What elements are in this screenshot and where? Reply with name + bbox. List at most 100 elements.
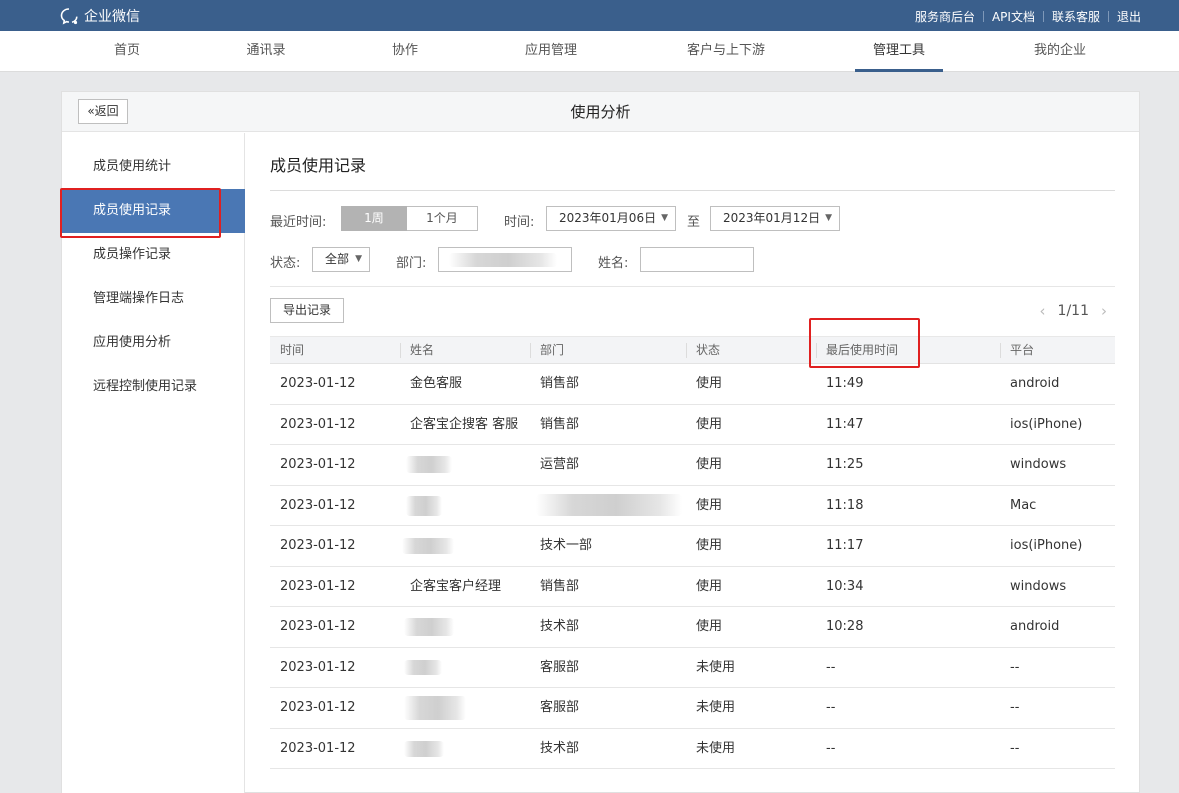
divider — [1042, 11, 1044, 22]
nav-item-app-management[interactable]: 应用管理 — [514, 31, 588, 72]
redacted-name — [404, 618, 454, 636]
name-input[interactable] — [640, 247, 754, 272]
back-button[interactable]: «返回 — [78, 99, 128, 124]
sidebar-item-admin-log[interactable]: 管理端操作日志 — [62, 277, 245, 321]
nav-item-contacts[interactable]: 通讯录 — [235, 31, 297, 72]
cell-department: 客服部 — [540, 700, 580, 715]
cell-last-used: 11:49 — [826, 376, 864, 391]
caret-down-icon: ▼ — [355, 254, 362, 264]
cell-last-used: -- — [826, 700, 836, 715]
status-label: 状态: — [270, 256, 301, 271]
divider — [270, 190, 1115, 191]
cell-last-used: -- — [826, 740, 836, 756]
chevron-left-icon[interactable]: ‹ — [1040, 302, 1046, 320]
cell-date: 2023-01-12 — [280, 376, 356, 391]
cell-last-used: 10:34 — [826, 578, 864, 594]
nav-item-management-tools[interactable]: 管理工具 — [855, 31, 943, 72]
cell-platform: windows — [1010, 457, 1067, 472]
cell-status: 使用 — [696, 619, 723, 634]
redacted-name — [406, 495, 442, 516]
divider — [982, 11, 984, 22]
recent-time-label: 最近时间: — [270, 215, 327, 230]
page-indicator: 1/11 — [1057, 303, 1089, 319]
header-name: 姓名 — [410, 343, 435, 357]
nav-item-my-enterprise[interactable]: 我的企业 — [1022, 31, 1098, 72]
cell-status: 使用 — [696, 538, 723, 553]
logout-link[interactable]: 退出 — [1117, 8, 1141, 25]
cell-platform: ios(iPhone) — [1010, 538, 1083, 553]
cell-status: 使用 — [696, 578, 723, 594]
back-label: 返回 — [94, 104, 119, 118]
cell-platform: -- — [1010, 700, 1020, 715]
status-select[interactable]: 全部 ▼ — [312, 247, 370, 272]
nav-item-customers[interactable]: 客户与上下游 — [675, 31, 777, 72]
cell-date: 2023-01-12 — [280, 659, 356, 675]
export-records-button[interactable]: 导出记录 — [270, 298, 344, 323]
week-option[interactable]: 1周 — [341, 206, 407, 231]
cell-date: 2023-01-12 — [280, 700, 356, 715]
divider — [686, 343, 687, 358]
sidebar-item-remote-control[interactable]: 远程控制使用记录 — [62, 365, 245, 409]
divider — [530, 343, 531, 358]
table-row: 2023-01-12 企客宝企搜客 客服 销售部 使用 11:47 ios(iP… — [270, 405, 1115, 445]
logo[interactable]: 企业微信 — [60, 6, 140, 26]
cell-date: 2023-01-12 — [280, 416, 356, 432]
redacted-name — [404, 740, 444, 757]
contact-support-link[interactable]: 联系客服 — [1052, 8, 1100, 25]
service-provider-link[interactable]: 服务商后台 — [915, 8, 975, 25]
cell-date: 2023-01-12 — [280, 578, 356, 594]
cell-date: 2023-01-12 — [280, 497, 356, 513]
cell-name: 企客宝企搜客 客服 — [410, 416, 519, 432]
to-label: 至 — [687, 215, 701, 230]
end-date-value: 2023年01月12日 — [723, 211, 821, 225]
cell-date: 2023-01-12 — [280, 538, 356, 553]
sidebar-item-app-usage[interactable]: 应用使用分析 — [62, 321, 245, 365]
start-date-select[interactable]: 2023年01月06日 ▼ — [546, 206, 676, 231]
table-row: 2023-01-12 企客宝客户经理 销售部 使用 10:34 windows — [270, 567, 1115, 607]
logo-text: 企业微信 — [84, 9, 140, 25]
end-date-select[interactable]: 2023年01月12日 ▼ — [710, 206, 840, 231]
header-status: 状态 — [696, 343, 721, 357]
cell-department: 销售部 — [540, 376, 580, 391]
sidebar-item-member-records[interactable]: 成员使用记录 — [62, 189, 245, 233]
month-option[interactable]: 1个月 — [407, 206, 478, 231]
divider — [1000, 343, 1001, 358]
panel-header: 使用分析 «返回 — [62, 92, 1139, 132]
redacted-name — [404, 659, 442, 675]
sidebar-item-member-operations[interactable]: 成员操作记录 — [62, 233, 245, 277]
cell-name: 企客宝客户经理 — [410, 578, 502, 594]
divider — [1107, 11, 1109, 22]
nav-item-collaboration[interactable]: 协作 — [380, 31, 430, 72]
cell-status: 使用 — [696, 497, 723, 513]
chevron-right-icon[interactable]: › — [1101, 302, 1107, 320]
pager: ‹ 1/11 › — [1040, 302, 1107, 320]
top-links: 服务商后台 API文档 联系客服 退出 — [915, 8, 1141, 25]
cell-last-used: 11:47 — [826, 416, 864, 432]
cell-platform: -- — [1010, 659, 1020, 675]
department-selector[interactable] — [438, 247, 572, 272]
cell-department: 技术一部 — [540, 538, 593, 553]
cell-last-used: -- — [826, 659, 836, 675]
cell-department: 技术部 — [540, 740, 580, 756]
api-docs-link[interactable]: API文档 — [992, 8, 1035, 25]
cell-platform: Mac — [1010, 497, 1037, 513]
recent-time-toggle: 1周 1个月 — [341, 206, 478, 231]
cell-platform: android — [1010, 376, 1060, 391]
double-chevron-left-icon: « — [87, 104, 95, 118]
sidebar-item-member-stats[interactable]: 成员使用统计 — [62, 145, 245, 189]
header-department: 部门 — [540, 343, 565, 357]
caret-down-icon: ▼ — [825, 213, 832, 223]
header-platform: 平台 — [1010, 343, 1035, 357]
sidebar: 成员使用统计 成员使用记录 成员操作记录 管理端操作日志 应用使用分析 远程控制… — [62, 133, 245, 793]
cell-status: 使用 — [696, 416, 723, 432]
cell-last-used: 11:25 — [826, 457, 864, 472]
table-row: 2023-01-12 客服部 未使用 -- -- — [270, 648, 1115, 688]
cell-department: 销售部 — [540, 578, 580, 594]
records-table: 时间 姓名 部门 状态 最后使用时间 平台 2023-01-12 金色客服 销售… — [270, 336, 1115, 769]
cell-department: 运营部 — [540, 457, 580, 472]
header-last-used: 最后使用时间 — [826, 343, 899, 357]
divider — [816, 343, 817, 358]
nav-item-home[interactable]: 首页 — [100, 31, 154, 72]
content-title: 成员使用记录 — [270, 156, 367, 175]
top-bar: 企业微信 服务商后台 API文档 联系客服 退出 — [0, 0, 1179, 31]
